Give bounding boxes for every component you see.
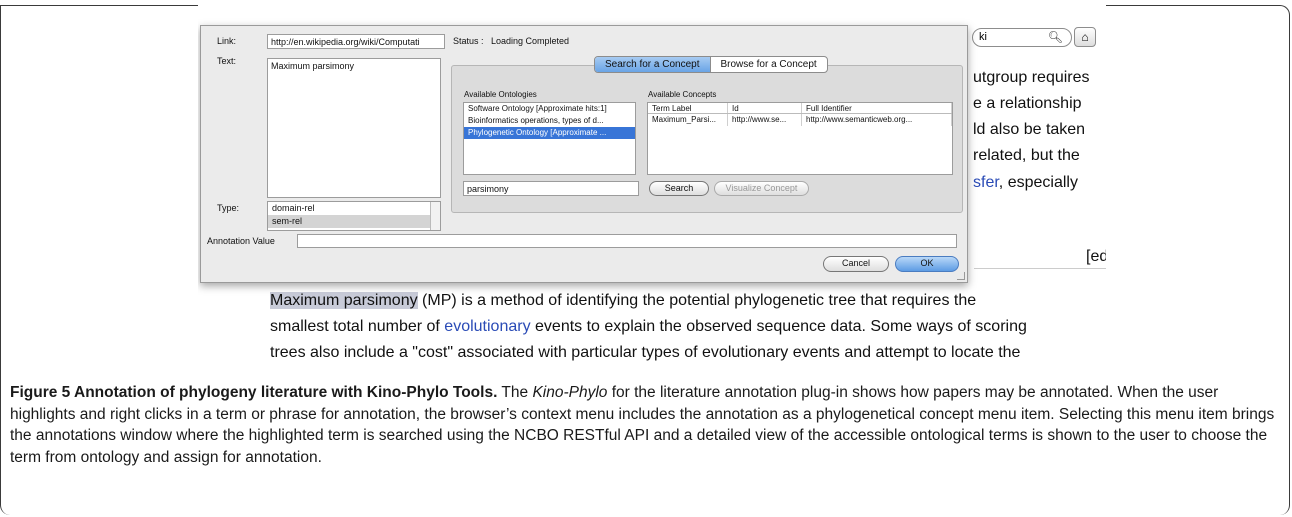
annotation-dialog: Link: http://en.wikipedia.org/wiki/Compu…	[200, 25, 968, 283]
page-text-line: e a relationship	[973, 95, 1082, 112]
edit-link[interactable]: [edit]	[1086, 248, 1106, 266]
page-text-line: utgroup requires	[973, 69, 1090, 86]
page-text-line: related, but the	[973, 147, 1080, 164]
ontology-item[interactable]: Bioinformatics operations, types of d...	[464, 115, 635, 127]
visualize-concept-button[interactable]: Visualize Concept	[714, 181, 809, 196]
evolutionary-link[interactable]: evolutionary	[444, 318, 530, 335]
search-button[interactable]: Search	[649, 181, 709, 196]
highlighted-term[interactable]: Maximum parsimony	[270, 292, 418, 309]
paragraph-line: trees also include a "cost" associated w…	[270, 344, 1021, 361]
table-row[interactable]: Maximum_Parsi... http://www.se... http:/…	[648, 114, 952, 126]
link-field[interactable]: http://en.wikipedia.org/wiki/Computati	[267, 34, 445, 49]
tab-search-concept[interactable]: Search for a Concept	[595, 57, 710, 72]
table-cell: http://www.se...	[728, 114, 802, 126]
caption-italic: Kino-Phylo	[532, 384, 608, 401]
page-text-line: ld also be taken	[973, 121, 1086, 138]
caption-title: Figure 5 Annotation of phylogeny literat…	[10, 384, 498, 401]
column-header[interactable]: Full Identifier	[802, 103, 952, 113]
search-icon: 🔍︎	[1047, 30, 1063, 44]
link-label: Link:	[217, 36, 237, 46]
concepts-table[interactable]: Term Label Id Full Identifier Maximum_Pa…	[647, 102, 953, 175]
home-icon[interactable]: ⌂	[1074, 27, 1096, 47]
page-text-line: sfer, especially	[973, 174, 1078, 191]
figure-caption: Figure 5 Annotation of phylogeny literat…	[10, 384, 1275, 466]
figure-screenshot: ki 🔍︎ ⌂ utgroup requires e a relationshi…	[198, 5, 1106, 372]
resize-handle[interactable]	[957, 272, 965, 280]
type-list[interactable]: domain-rel sem-rel	[267, 201, 441, 231]
concepts-header: Term Label Id Full Identifier	[648, 103, 952, 114]
ontology-item[interactable]: Software Ontology [Approximate hits:1]	[464, 103, 635, 115]
type-item[interactable]: sem-rel	[268, 215, 440, 228]
type-item[interactable]: domain-rel	[268, 202, 440, 215]
ontologies-label: Available Ontologies	[464, 90, 537, 99]
concepts-label: Available Concepts	[648, 90, 717, 99]
text-label: Text:	[217, 56, 237, 66]
paragraph-line: smallest total number of evolutionary ev…	[270, 318, 1027, 335]
column-header[interactable]: Id	[728, 103, 802, 113]
table-cell: Maximum_Parsi...	[648, 114, 728, 126]
type-label: Type:	[217, 203, 240, 213]
section-divider	[974, 268, 1106, 269]
ontology-item[interactable]: Phylogenetic Ontology [Approximate ...	[464, 127, 635, 139]
ontologies-list[interactable]: Software Ontology [Approximate hits:1] B…	[463, 102, 636, 175]
column-header[interactable]: Term Label	[648, 103, 728, 113]
browser-search-text: ki	[979, 31, 987, 43]
tab-browse-concept[interactable]: Browse for a Concept	[709, 57, 827, 72]
annotation-value-label: Annotation Value	[207, 236, 275, 246]
annotation-value-field[interactable]	[297, 234, 957, 248]
type-list-scrollbar[interactable]	[430, 202, 440, 230]
browser-search-field[interactable]: ki 🔍︎	[972, 28, 1072, 47]
text-area[interactable]: Maximum parsimony	[267, 58, 441, 198]
ok-button[interactable]: OK	[895, 256, 959, 272]
mode-tabs: Search for a Concept Browse for a Concep…	[594, 56, 828, 73]
table-cell: http://www.semanticweb.org...	[802, 114, 952, 126]
concept-search-input[interactable]: parsimony	[463, 181, 639, 196]
paragraph-line: Maximum parsimony (MP) is a method of id…	[270, 292, 977, 309]
page-link[interactable]: sfer	[973, 174, 999, 191]
status-value: Loading Completed	[491, 36, 570, 46]
status-label: Status :	[453, 36, 484, 46]
cancel-button[interactable]: Cancel	[823, 256, 889, 272]
